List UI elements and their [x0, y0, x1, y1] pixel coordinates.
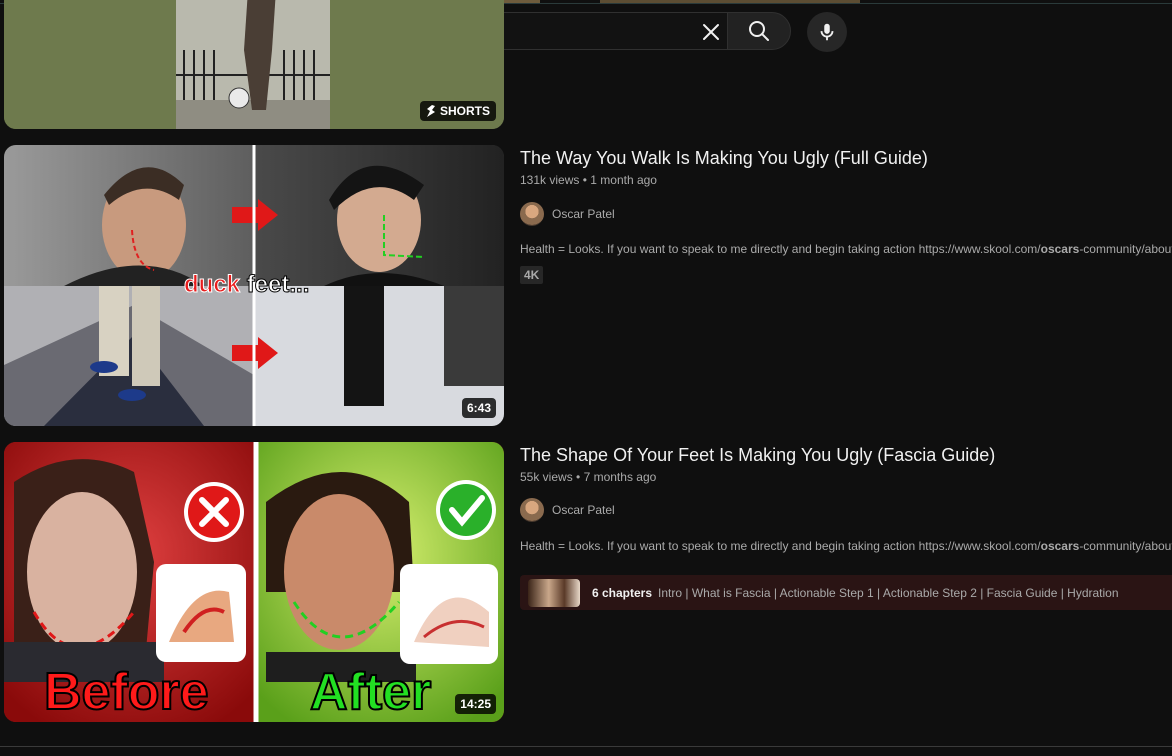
- video-meta: 55k views • 7 months ago: [520, 470, 656, 484]
- video-meta: 131k views • 1 month ago: [520, 173, 657, 187]
- divider: [0, 746, 1172, 747]
- thumbnail-text-duck: duck: [183, 271, 241, 299]
- voice-search-button[interactable]: [807, 12, 847, 52]
- video-thumbnail[interactable]: SHORTS: [4, 0, 504, 129]
- thumbnail-text: duck feet...: [183, 271, 310, 299]
- shorts-icon: [426, 105, 435, 117]
- upload-age: 7 months ago: [583, 470, 657, 484]
- description-text: Health = Looks. If you want to speak to …: [520, 539, 1041, 553]
- clear-search-button[interactable]: [693, 14, 729, 50]
- description-text-end: -community/about: [1079, 539, 1172, 553]
- thumbnail-text-before: Before: [43, 663, 210, 721]
- channel-link[interactable]: Oscar Patel: [520, 498, 615, 522]
- description-text: Health = Looks. If you want to speak to …: [520, 242, 1041, 256]
- video-title[interactable]: The Way You Walk Is Making You Ugly (Ful…: [520, 145, 928, 171]
- video-title[interactable]: The Shape Of Your Feet Is Making You Ugl…: [520, 442, 995, 468]
- quality-badge: 4K: [520, 266, 544, 284]
- search-results-page: SHORTS: [0, 0, 1172, 756]
- video-description: Health = Looks. If you want to speak to …: [520, 539, 1172, 553]
- avatar[interactable]: [520, 498, 544, 522]
- video-description: Health = Looks. If you want to speak to …: [520, 242, 1172, 256]
- video-duration: 6:43: [461, 398, 496, 418]
- avatar[interactable]: [520, 202, 544, 226]
- chapters-list: Intro | What is Fascia | Actionable Step…: [658, 585, 1119, 600]
- close-icon: [703, 24, 719, 40]
- description-highlight: oscars: [1040, 539, 1080, 553]
- upload-age: 1 month ago: [590, 173, 657, 187]
- chapters-thumbnail[interactable]: [528, 578, 580, 607]
- view-count: 131k views: [520, 173, 580, 187]
- shorts-label: SHORTS: [439, 104, 490, 118]
- chapters-preview[interactable]: 6 chapters Intro | What is Fascia | Acti…: [520, 575, 1172, 610]
- thumbnail-text-feet: feet...: [246, 271, 310, 299]
- description-highlight: oscars: [1040, 242, 1080, 256]
- search-icon: [749, 21, 769, 41]
- video-thumbnail[interactable]: duck feet... 6:43: [4, 145, 504, 426]
- channel-name[interactable]: Oscar Patel: [552, 503, 615, 517]
- view-count: 55k views: [520, 470, 573, 484]
- microphone-icon: [820, 23, 834, 41]
- thumbnail-text-after: After: [309, 663, 432, 721]
- chapters-count: 6 chapters: [592, 585, 653, 600]
- channel-name[interactable]: Oscar Patel: [552, 207, 615, 221]
- description-text-end: -community/about: [1079, 242, 1172, 256]
- channel-link[interactable]: Oscar Patel: [520, 202, 615, 226]
- meta-separator: •: [576, 470, 584, 484]
- video-duration: 14:25: [455, 694, 496, 714]
- search-button[interactable]: [727, 12, 791, 50]
- video-thumbnail[interactable]: Before After 14:25: [4, 442, 504, 722]
- shorts-badge: SHORTS: [419, 101, 496, 121]
